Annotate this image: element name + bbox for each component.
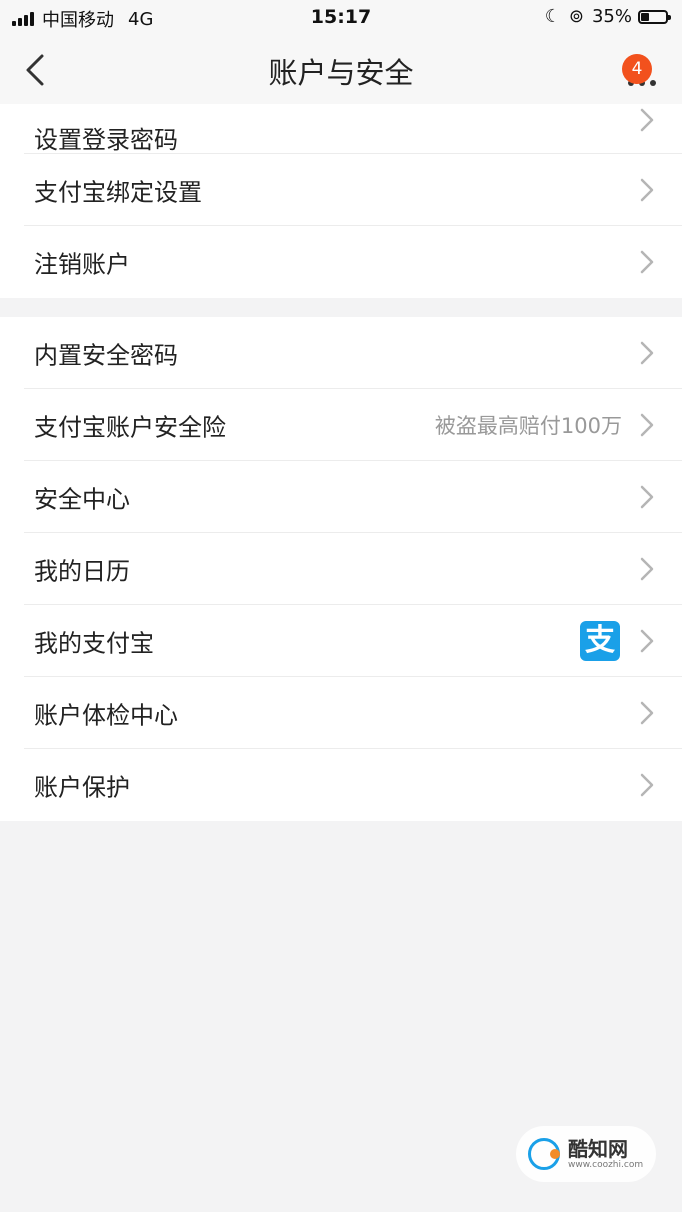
list-item-login-password[interactable]: 设置登录密码 <box>24 104 682 154</box>
chevron-right-icon <box>640 178 654 201</box>
chevron-right-icon <box>640 701 654 724</box>
list-item-label: 设置登录密码 <box>34 126 178 154</box>
list-item-account-checkup[interactable]: 账户体检中心 <box>24 677 682 749</box>
list-item-security-password[interactable]: 内置安全密码 <box>24 317 682 389</box>
watermark-title: 酷知网 <box>568 1137 628 1161</box>
status-bar: 中国移动 4G 15:17 ☾ ⊚ 35% <box>0 0 682 36</box>
battery-percent: 35% <box>591 6 632 27</box>
more-button[interactable]: 4 <box>622 54 664 86</box>
chevron-right-icon <box>640 485 654 508</box>
chevron-right-icon <box>640 413 654 436</box>
list-item-label: 账户体检中心 <box>34 701 178 729</box>
status-right: ☾ ⊚ 35% <box>544 6 671 27</box>
settings-group-2: 内置安全密码 支付宝账户安全险 被盗最高赔付100万 安全中心 我的日历 我的支… <box>0 317 682 821</box>
list-item-account-insurance[interactable]: 支付宝账户安全险 被盗最高赔付100万 <box>24 389 682 461</box>
list-item-label: 支付宝绑定设置 <box>34 178 202 206</box>
list-item-label: 支付宝账户安全险 <box>34 413 226 441</box>
watermark-url: www.coozhi.com <box>568 1160 644 1170</box>
list-item-security-center[interactable]: 安全中心 <box>24 461 682 533</box>
settings-group-1: 设置登录密码 支付宝绑定设置 注销账户 <box>0 104 682 298</box>
watermark-logo-icon <box>528 1138 560 1170</box>
screen: 中国移动 4G 15:17 ☾ ⊚ 35% 账户与安全 4 设置登录密码 支付宝… <box>0 0 682 1212</box>
chevron-right-icon <box>640 341 654 364</box>
watermark: 酷知网 www.coozhi.com <box>516 1126 656 1182</box>
notification-badge: 4 <box>622 54 652 84</box>
insurance-value: 被盗最高赔付100万 <box>434 413 622 438</box>
chevron-right-icon <box>640 250 654 274</box>
list-item-label: 我的日历 <box>34 557 130 585</box>
alipay-icon: 支 <box>580 620 620 661</box>
orientation-lock-icon: ⊚ <box>568 6 584 27</box>
list-item-my-calendar[interactable]: 我的日历 <box>24 533 682 605</box>
chevron-right-icon <box>640 773 654 797</box>
chevron-right-icon <box>640 108 654 132</box>
list-item-label: 账户保护 <box>34 773 130 802</box>
page-title: 账户与安全 <box>268 56 414 90</box>
watermark-text: 酷知网 www.coozhi.com <box>568 1138 643 1170</box>
list-item-label: 内置安全密码 <box>34 341 178 369</box>
chevron-right-icon <box>640 629 654 652</box>
battery-fill <box>641 12 650 21</box>
chevron-right-icon <box>640 557 654 580</box>
moon-icon: ☾ <box>544 6 561 27</box>
list-item-account-protection[interactable]: 账户保护 <box>24 749 682 821</box>
list-item-my-alipay[interactable]: 我的支付宝 支 <box>24 605 682 677</box>
battery-icon <box>638 9 671 24</box>
list-item-label: 注销账户 <box>34 250 130 279</box>
list-item-label: 我的支付宝 <box>34 629 154 657</box>
list-item-cancel-account[interactable]: 注销账户 <box>24 226 682 298</box>
nav-bar: 账户与安全 4 <box>0 36 682 104</box>
list-item-alipay-binding[interactable]: 支付宝绑定设置 <box>24 154 682 226</box>
list-item-label: 安全中心 <box>34 485 130 513</box>
